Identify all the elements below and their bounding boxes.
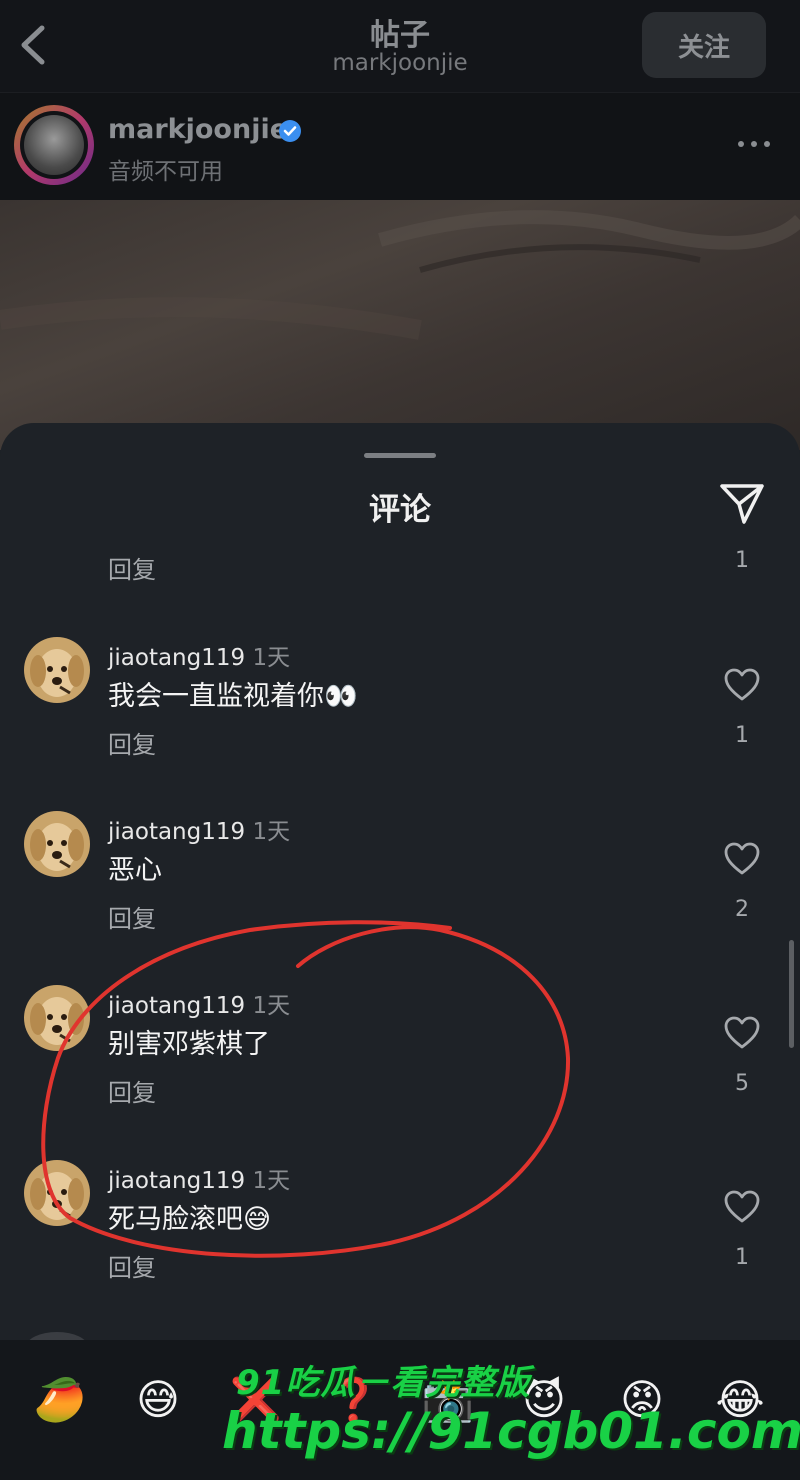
heart-icon[interactable]: [724, 842, 760, 876]
annotation-circle: [30, 918, 590, 1268]
verified-badge-icon: [278, 119, 302, 143]
comment-user-line: jiaotang119 1天: [108, 812, 290, 846]
comment-text: 我会一直监视着你👀: [108, 681, 358, 712]
commenter-avatar[interactable]: [24, 811, 90, 877]
sheet-title: 评论: [369, 492, 431, 528]
scrollbar[interactable]: [789, 940, 794, 1048]
like-count: 1: [735, 723, 749, 748]
like-count: 2: [735, 897, 749, 922]
mango-emoji-icon[interactable]: 🥭: [30, 1375, 90, 1425]
author-avatar[interactable]: [24, 115, 84, 175]
reply-link[interactable]: 回复: [108, 550, 156, 585]
sweat-smile-emoji-icon[interactable]: 😅: [128, 1375, 188, 1424]
more-options-icon[interactable]: [736, 134, 772, 154]
sheet-drag-handle[interactable]: [364, 453, 436, 458]
watermark-url: https://91cgb01.com: [222, 1402, 800, 1460]
comment-username[interactable]: jiaotang119: [108, 819, 245, 845]
author-name[interactable]: markjoonjie: [108, 114, 288, 145]
heart-icon[interactable]: [724, 668, 760, 702]
comment-username[interactable]: jiaotang119: [108, 645, 245, 671]
follow-button[interactable]: 关注: [642, 12, 766, 78]
share-send-icon[interactable]: [718, 480, 766, 526]
like-count: 1: [735, 1245, 749, 1270]
comment-text: 恶心: [108, 855, 162, 886]
comment-user-line: jiaotang119 1天: [108, 638, 290, 672]
heart-icon[interactable]: [724, 1016, 760, 1050]
like-count: 1: [735, 548, 749, 573]
like-count: 5: [735, 1071, 749, 1096]
heart-icon[interactable]: [724, 1190, 760, 1224]
watermark-line-1: 91吃瓜－看完整版: [236, 1363, 531, 1403]
comment-time: 1天: [252, 645, 291, 671]
reply-link[interactable]: 回复: [108, 725, 156, 760]
audio-status: 音频不可用: [108, 159, 223, 185]
post-image-texture: [0, 200, 800, 450]
comment-time: 1天: [252, 819, 291, 845]
commenter-avatar[interactable]: [24, 637, 90, 703]
